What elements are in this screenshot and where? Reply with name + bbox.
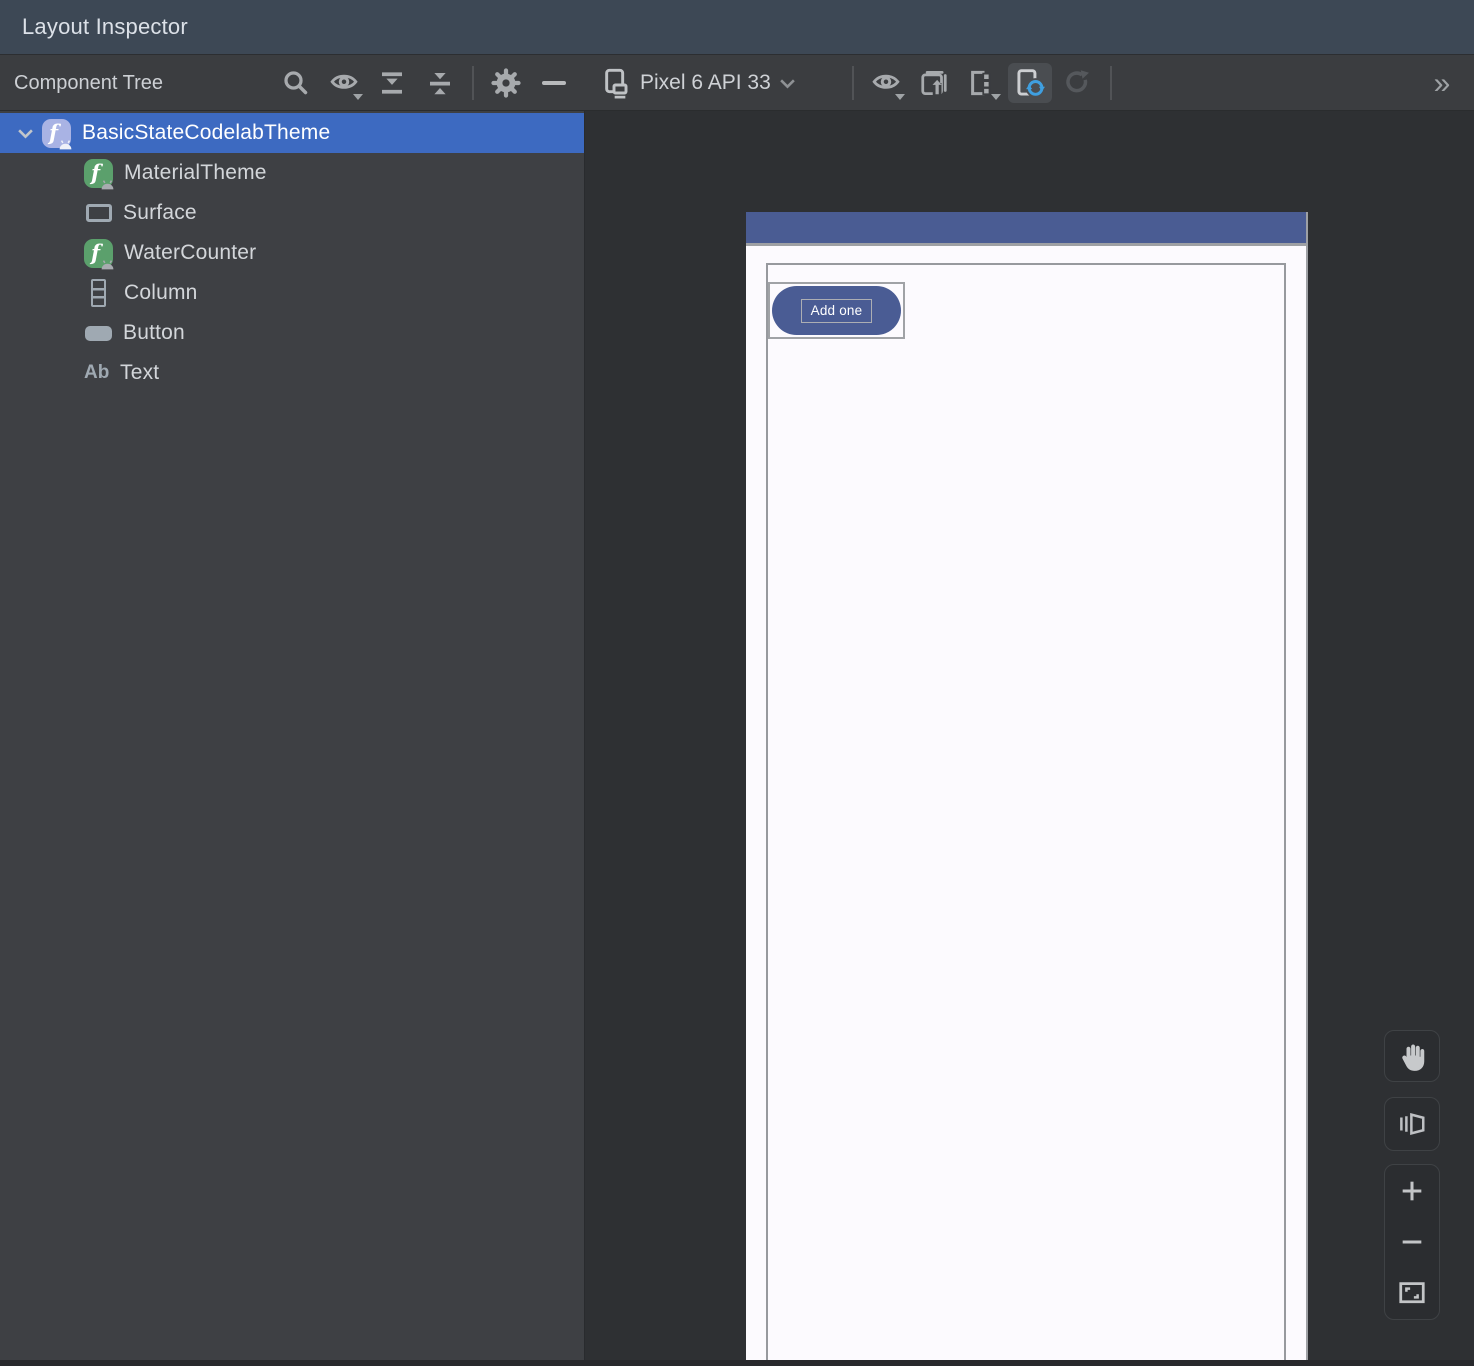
zoom-out-button[interactable] (1385, 1216, 1439, 1267)
export-snapshot-button[interactable] (960, 63, 1004, 103)
expand-all-icon (382, 72, 402, 94)
chevron-down-icon (895, 94, 905, 100)
component-tree-panel: f BasicStateCodelabTheme f MaterialTheme (0, 111, 584, 1360)
view-toolbar-actions (846, 63, 1118, 103)
capture-screenshot-icon (921, 71, 947, 96)
column-bounds-overlay (766, 263, 1286, 1360)
add-one-button[interactable]: Add one (772, 286, 901, 335)
tree-item-label: Text (120, 361, 160, 384)
hide-panel-button[interactable] (532, 63, 576, 103)
zoom-out-icon (1402, 1240, 1422, 1244)
visibility-options-button[interactable] (322, 63, 366, 103)
3d-mode-button[interactable] (1384, 1097, 1440, 1151)
toolbar-overflow-button[interactable]: » (1424, 69, 1460, 99)
tree-item-label: MaterialTheme (124, 161, 267, 184)
zoom-controls (1384, 1164, 1440, 1320)
zoom-in-button[interactable] (1385, 1165, 1439, 1216)
add-one-button-label: Add one (810, 302, 863, 318)
chevron-down-icon (353, 94, 363, 100)
search-button[interactable] (274, 63, 318, 103)
tree-toolbar-actions (274, 63, 576, 103)
pan-hand-icon (1402, 1044, 1425, 1071)
device-content-surface: Add one (746, 246, 1306, 1360)
chevron-expanded-icon[interactable] (14, 128, 36, 139)
toolbar-separator (1110, 66, 1112, 100)
live-updates-icon (1017, 69, 1046, 98)
collapse-all-button[interactable] (418, 63, 462, 103)
device-phone-icon (605, 68, 628, 99)
button-icon (85, 325, 112, 341)
tree-row-text[interactable]: Ab Text (0, 353, 584, 393)
tree-row-button[interactable]: Button (0, 313, 584, 353)
tree-row-column[interactable]: Column (0, 273, 584, 313)
compose-function-icon: f (84, 238, 114, 269)
device-selector-label: Pixel 6 API 33 (640, 71, 771, 94)
device-selector[interactable]: Pixel 6 API 33 (600, 63, 796, 103)
window-title: Layout Inspector (22, 14, 188, 39)
chevron-down-icon (991, 94, 1001, 100)
tree-item-label: Column (124, 281, 198, 304)
tree-item-label: WaterCounter (124, 241, 257, 264)
tree-item-label: Surface (123, 201, 197, 224)
app-top-bar (746, 212, 1306, 243)
search-icon (284, 71, 308, 95)
layout-inspector-window: Layout Inspector Component Tree Pixel 6 … (0, 0, 1474, 1366)
toolbar-separator (852, 66, 854, 100)
zoom-to-fit-button[interactable] (1385, 1268, 1439, 1319)
compose-function-icon: f (84, 158, 114, 189)
surface-icon (86, 204, 112, 222)
tree-row-basicstatecodelabtheme[interactable]: f BasicStateCodelabTheme (0, 113, 584, 153)
toolbar-separator (472, 66, 474, 100)
text-icon: Ab (84, 362, 110, 383)
capture-screenshot-button[interactable] (912, 63, 956, 103)
expand-all-button[interactable] (370, 63, 414, 103)
compose-function-icon: f (42, 118, 72, 149)
main-toolbar: Component Tree Pixel 6 API 33 » (0, 54, 1474, 111)
zoom-in-icon (1402, 1181, 1422, 1200)
settings-button[interactable] (484, 63, 528, 103)
text-bounds-overlay: Add one (800, 298, 873, 323)
tree-item-label: BasicStateCodelabTheme (82, 121, 331, 144)
hide-icon (542, 81, 566, 85)
zoom-to-fit-icon (1399, 1282, 1425, 1304)
device-screen: Add one (746, 212, 1308, 1360)
tree-item-label: Button (123, 321, 185, 344)
window-bottom-edge (0, 1360, 1474, 1366)
tree-row-materialtheme[interactable]: f MaterialTheme (0, 153, 584, 193)
collapse-all-icon (430, 73, 450, 95)
refresh-button[interactable] (1056, 63, 1100, 103)
column-icon (91, 279, 106, 307)
pan-mode-button[interactable] (1384, 1030, 1440, 1082)
preview-canvas[interactable]: Add one (584, 111, 1474, 1360)
3d-mode-icon (1400, 1113, 1425, 1135)
view-options-button[interactable] (864, 63, 908, 103)
refresh-icon (1066, 70, 1089, 93)
chevron-down-icon (779, 78, 795, 88)
tree-row-surface[interactable]: Surface (0, 193, 584, 233)
component-tree-label: Component Tree (14, 71, 163, 94)
overflow-chevrons-icon: » (1433, 67, 1451, 100)
toggle-live-updates-button[interactable] (1008, 63, 1052, 103)
button-bounds-overlay: Add one (768, 282, 905, 339)
settings-gear-icon (491, 68, 521, 98)
tree-row-watercounter[interactable]: f WaterCounter (0, 233, 584, 273)
tool-window-titlebar[interactable]: Layout Inspector (0, 0, 1474, 54)
